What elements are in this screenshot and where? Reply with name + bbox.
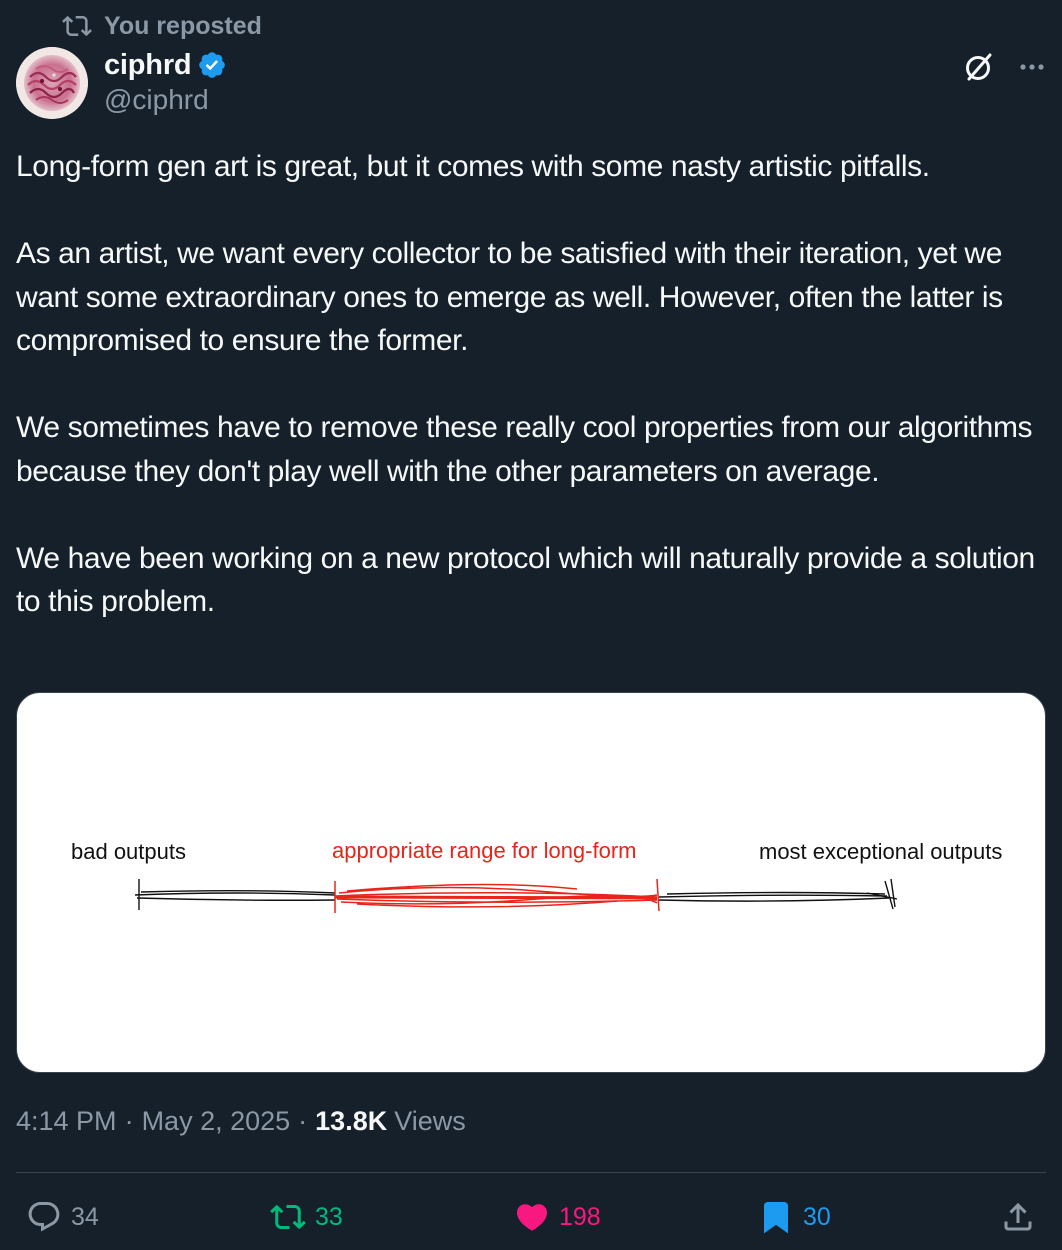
tweet-paragraph: As an artist, we want every collector to… [16,237,1003,357]
repost-icon [62,11,92,41]
tweet-time[interactable]: 4:14 PM [16,1106,117,1137]
tweet-meta: 4:14 PM · May 2, 2025 · 13.8K Views [16,1106,466,1137]
tweet-paragraph: We have been working on a new protocol w… [16,541,1035,619]
author-name[interactable]: ciphrd [104,49,192,82]
reply-button[interactable]: 34 [26,1193,99,1241]
top-actions [962,50,1046,84]
media-label-range: appropriate range for long-form [332,838,637,863]
verified-badge-icon[interactable] [197,50,227,80]
media-label-bad: bad outputs [71,839,186,864]
scale-line-red [334,878,660,913]
repost-button[interactable]: 33 [270,1193,343,1241]
repost-count: 33 [315,1202,343,1231]
tweet-paragraph: Long-form gen art is great, but it comes… [16,150,930,183]
meta-separator: · [298,1106,308,1136]
avatar[interactable] [16,47,88,119]
bookmark-button[interactable]: 30 [758,1193,831,1241]
repost-icon [270,1199,306,1235]
bookmark-count: 30 [803,1202,831,1231]
media-label-exceptional: most exceptional outputs [759,839,1002,864]
repost-label: You reposted [104,11,262,40]
author-block: ciphrd @ciphrd [104,46,227,116]
like-button[interactable]: 198 [514,1193,601,1241]
share-button[interactable] [1000,1193,1045,1241]
author-handle[interactable]: @ciphrd [104,84,227,116]
action-bar: 34 33 198 30 [0,1193,1062,1241]
bookmark-icon [758,1199,794,1235]
tweet-text: Long-form gen art is great, but it comes… [16,145,1046,624]
more-icon[interactable] [1018,53,1046,81]
like-count: 198 [559,1202,601,1231]
grok-icon[interactable] [962,50,996,84]
tweet-media-image[interactable]: bad outputs appropriate range for long-f… [16,692,1046,1073]
share-icon [1000,1199,1036,1235]
repost-context: You reposted [62,10,262,42]
divider [16,1172,1046,1173]
views-count[interactable]: 13.8K [315,1106,387,1137]
reply-count: 34 [71,1202,99,1231]
tweet-paragraph: We sometimes have to remove these really… [16,411,1033,488]
meta-separator: · [124,1106,134,1136]
heart-icon [514,1199,550,1235]
tweet-date[interactable]: May 2, 2025 [142,1106,291,1137]
scale-line-black [134,878,898,910]
reply-icon [26,1199,62,1235]
views-label: Views [394,1106,466,1136]
